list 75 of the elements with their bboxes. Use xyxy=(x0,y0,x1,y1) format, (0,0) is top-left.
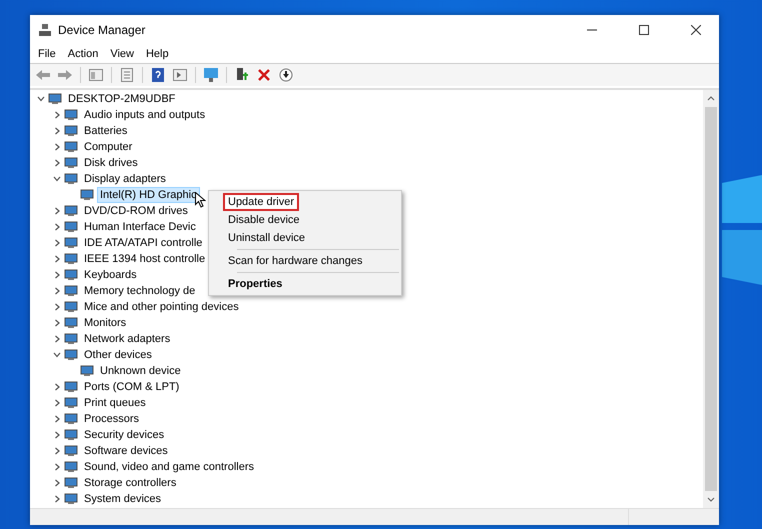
device-icon xyxy=(64,285,78,297)
device-icon xyxy=(64,413,78,425)
tree-item[interactable]: IEEE 1394 host controlle xyxy=(81,251,208,267)
tree-item[interactable]: Network adapters xyxy=(81,331,174,347)
scrollbar[interactable] xyxy=(703,90,719,508)
tree-item[interactable]: Security devices xyxy=(81,427,168,443)
tree-item[interactable]: Processors xyxy=(81,411,142,427)
menu-item[interactable]: Properties xyxy=(223,275,288,293)
tree-item[interactable]: Audio inputs and outputs xyxy=(81,107,208,123)
device-icon xyxy=(64,205,78,217)
device-icon xyxy=(64,397,78,409)
menu-item[interactable]: View xyxy=(104,48,140,60)
close-icon xyxy=(691,25,701,35)
device-icon xyxy=(64,461,78,473)
tree-item[interactable]: Human Interface Devic xyxy=(81,219,199,235)
device-icon xyxy=(64,301,78,313)
tree-item[interactable]: Storage controllers xyxy=(81,475,180,491)
help-button[interactable] xyxy=(149,66,167,84)
device-icon xyxy=(64,381,78,393)
device-icon xyxy=(64,429,78,441)
device-icon xyxy=(64,333,78,345)
device-icon xyxy=(80,189,94,201)
tree-item[interactable]: IDE ATA/ATAPI controlle xyxy=(81,235,206,251)
tree-item[interactable]: Memory technology de xyxy=(81,283,198,299)
menu-item[interactable]: Uninstall device xyxy=(223,229,310,247)
tree-item[interactable]: Other devices xyxy=(81,347,155,363)
menu-item[interactable]: Scan for hardware changes xyxy=(223,252,368,270)
device-icon xyxy=(48,93,62,105)
tree-item[interactable]: DESKTOP-2M9UDBF xyxy=(65,91,178,107)
tree-item[interactable]: DVD/CD-ROM drives xyxy=(81,203,191,219)
tree-item[interactable]: Batteries xyxy=(81,123,130,139)
tree-item[interactable]: Monitors xyxy=(81,315,130,331)
tree-item[interactable]: Mice and other pointing devices xyxy=(81,299,242,315)
device-icon xyxy=(64,237,78,249)
menu-item[interactable]: File xyxy=(32,48,62,60)
device-icon xyxy=(64,349,78,361)
tree-item[interactable]: Unknown device xyxy=(97,363,184,379)
device-icon xyxy=(64,109,78,121)
menu-item[interactable]: Help xyxy=(140,48,175,60)
computer-icon xyxy=(38,23,52,37)
device-icon xyxy=(64,477,78,489)
device-icon xyxy=(64,253,78,265)
device-icon xyxy=(64,221,78,233)
scroll-up-icon[interactable] xyxy=(707,96,715,101)
device-icon xyxy=(64,493,78,505)
device-icon xyxy=(64,125,78,137)
tree-item[interactable]: Ports (COM & LPT) xyxy=(81,379,182,395)
tree-item[interactable]: Display adapters xyxy=(81,171,169,187)
cursor-icon xyxy=(195,192,206,208)
device-icon xyxy=(64,445,78,457)
menu-item[interactable]: Action xyxy=(62,48,104,60)
tree-item[interactable]: System devices xyxy=(81,491,164,507)
device-icon xyxy=(64,157,78,169)
tree-item[interactable]: Sound, video and game controllers xyxy=(81,459,257,475)
list-button[interactable] xyxy=(118,66,136,84)
tree-item[interactable]: Disk drives xyxy=(81,155,141,171)
menu-item[interactable]: Update driver xyxy=(223,193,300,211)
device-icon xyxy=(64,173,78,185)
menu-item[interactable]: Disable device xyxy=(223,211,305,229)
tree-item[interactable]: Print queues xyxy=(81,395,149,411)
tree-item[interactable]: Keyboards xyxy=(81,267,140,283)
window-title: Device Manager xyxy=(58,23,146,37)
panel-button[interactable] xyxy=(87,66,105,84)
download-button[interactable] xyxy=(277,66,295,84)
device-icon xyxy=(80,365,94,377)
tree-item[interactable]: Intel(R) HD Graphic xyxy=(97,187,200,203)
maximize-icon xyxy=(639,25,649,35)
device-icon xyxy=(64,317,78,329)
monitor-button[interactable] xyxy=(202,66,220,84)
tree-item[interactable]: Computer xyxy=(81,139,136,155)
panel-button[interactable] xyxy=(171,66,189,84)
device-icon xyxy=(64,141,78,153)
device-icon xyxy=(64,269,78,281)
scroll-down-icon[interactable] xyxy=(707,497,715,502)
tree-item[interactable]: Software devices xyxy=(81,443,171,459)
